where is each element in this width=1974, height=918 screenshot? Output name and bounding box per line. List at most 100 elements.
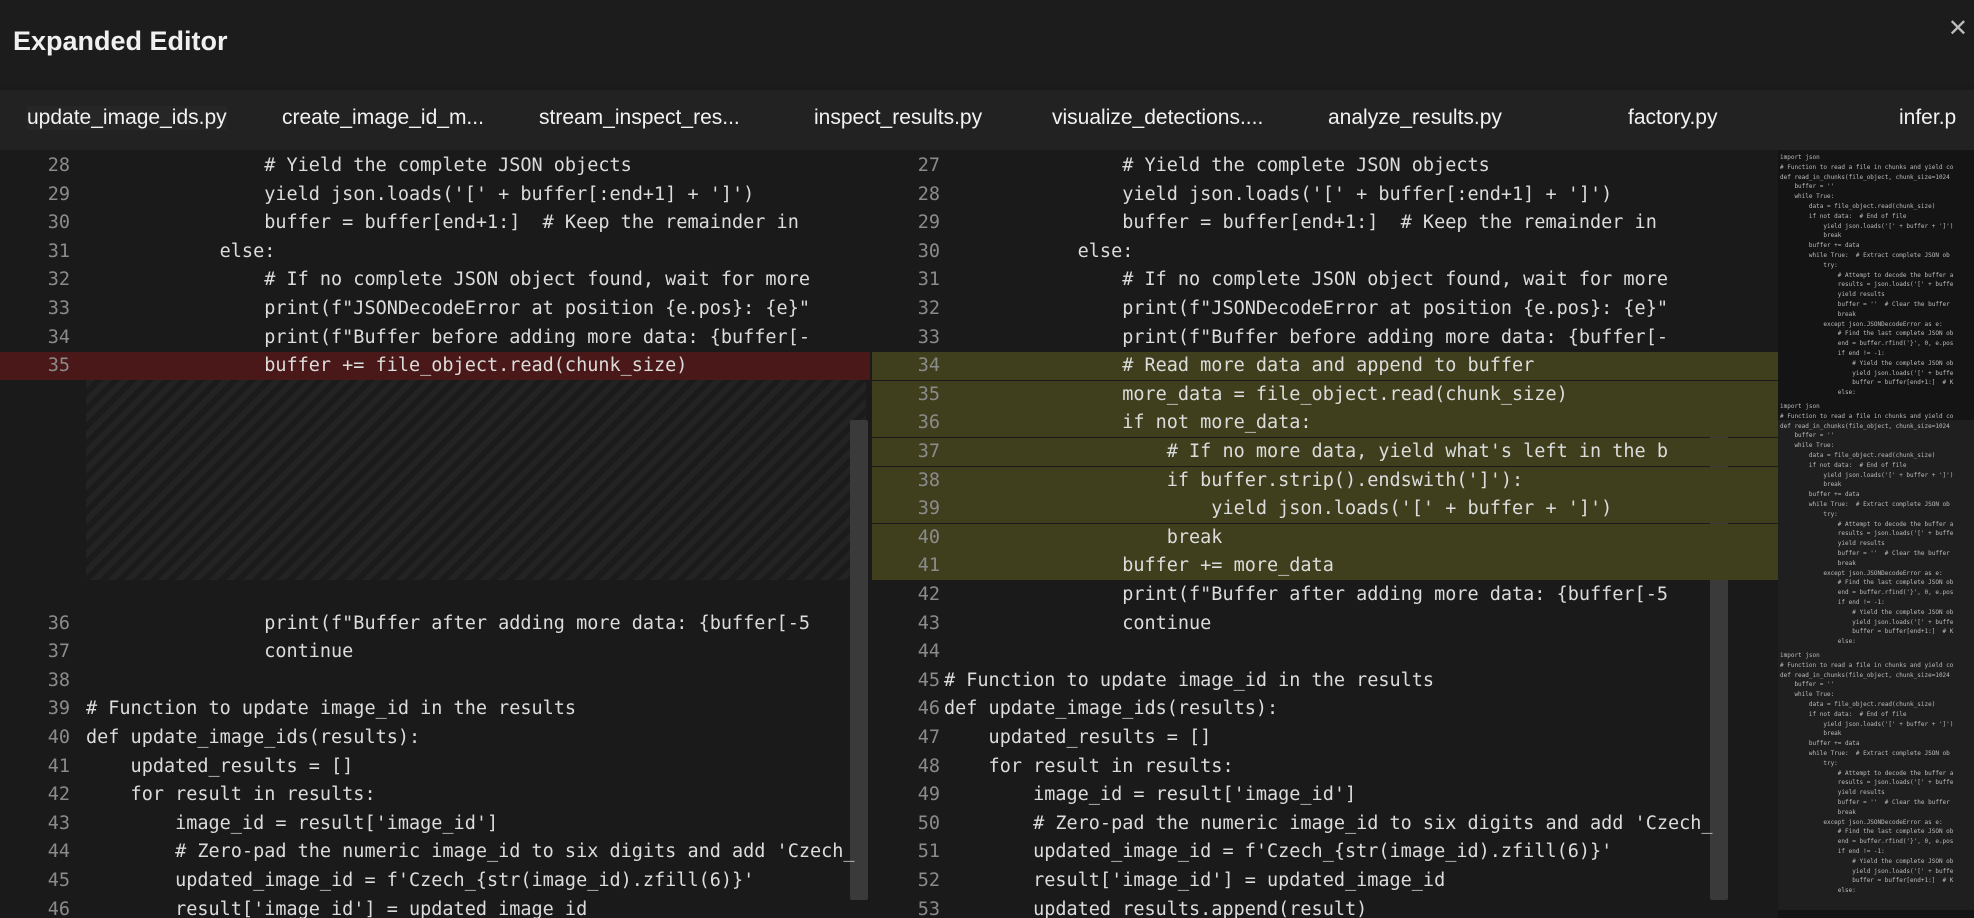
minimap-line: buffer = '' <box>1780 432 1835 440</box>
minimap-line: break <box>1780 730 1842 738</box>
code-text: updated_results.append(result) <box>944 899 1368 918</box>
code-line: 34 # Read more data and append to buffer <box>872 352 1778 380</box>
code-text: print(f"Buffer after adding more data: {… <box>944 584 1668 605</box>
line-number: 29 <box>917 212 940 233</box>
code-text: # Function to update image_id in the res… <box>944 670 1435 691</box>
code-line: 43 continue <box>872 610 1778 638</box>
close-icon[interactable]: ✕ <box>1948 14 1968 43</box>
minimap-line: end = buffer.rfind('}', 0, e.pos <box>1780 838 1954 846</box>
code-text: else: <box>944 241 1134 262</box>
code-text: print(f"Buffer before adding more data: … <box>944 327 1668 348</box>
minimap-line: results = json.loads('[' + buffe <box>1780 779 1954 787</box>
tab-factory[interactable]: factory.py <box>1628 106 1717 130</box>
minimap-line: buffer += data <box>1780 740 1860 748</box>
tab-infer[interactable]: infer.p <box>1899 106 1956 130</box>
line-number: 39 <box>47 698 70 719</box>
minimap-line: yield json.loads('[' + buffer + ']') <box>1780 471 1954 479</box>
editor-header: Expanded Editor ✕ <box>0 0 1974 84</box>
minimap-line: results = json.loads('[' + buffe <box>1780 281 1954 289</box>
minimap-line: yield json.loads('[' + buffe <box>1780 618 1954 626</box>
code-line: 32 print(f"JSONDecodeError at position {… <box>872 295 1778 323</box>
code-text: continue <box>86 641 354 662</box>
code-text: print(f"Buffer after adding more data: {… <box>86 613 810 634</box>
code-line: 29 yield json.loads('[' + buffer[:end+1]… <box>0 181 870 209</box>
minimap-line: def read_in_chunks(file_object, chunk_si… <box>1780 173 1950 181</box>
code-line: 51 updated_image_id = f'Czech_{str(image… <box>872 838 1778 866</box>
minimap-line: yield json.loads('[' + buffe <box>1780 867 1954 875</box>
diff-modified-pane[interactable]: 27 # Yield the complete JSON objects 28 y… <box>872 150 1778 918</box>
line-number: 44 <box>47 841 70 862</box>
code-line: 31 else: <box>0 238 870 266</box>
code-line: 42 print(f"Buffer after adding more data… <box>872 581 1778 609</box>
line-number: 44 <box>917 641 940 662</box>
code-text: break <box>944 527 1223 548</box>
code-line: 48 for result in results: <box>872 753 1778 781</box>
minimap-line: break <box>1780 559 1856 567</box>
code-text: buffer = buffer[end+1:] # Keep the remai… <box>944 212 1657 233</box>
minimap-line: break <box>1780 232 1842 240</box>
code-line: 33 print(f"Buffer before adding more dat… <box>872 324 1778 352</box>
minimap-line: import json <box>1780 652 1820 659</box>
diff-original-pane[interactable]: 28 # Yield the complete JSON objects 29 y… <box>0 150 870 918</box>
code-line: 28 yield json.loads('[' + buffer[:end+1]… <box>872 181 1778 209</box>
line-number: 28 <box>47 155 70 176</box>
code-text: yield json.loads('[' + buffer + ']') <box>944 498 1613 519</box>
tab-analyze-results[interactable]: analyze_results.py <box>1328 106 1502 130</box>
tab-create-image-id[interactable]: create_image_id_m... <box>282 106 484 130</box>
code-line: 44 # Zero-pad the numeric image_id to si… <box>0 838 870 866</box>
minimap-line: buffer = '' # Clear the buffer <box>1780 799 1950 806</box>
minimap-line: # Function to read a file in chunks and … <box>1780 412 1954 420</box>
tab-update-image-ids[interactable]: update_image_ids.py <box>27 106 227 130</box>
minimap-line: yield results <box>1780 291 1885 299</box>
code-text: buffer = buffer[end+1:] # Keep the remai… <box>86 212 799 233</box>
minimap-line: if not data: # End of file <box>1780 710 1907 718</box>
code-line: 38 <box>0 667 870 695</box>
tab-stream-inspect[interactable]: stream_inspect_res... <box>539 106 740 130</box>
code-text: for result in results: <box>944 756 1234 777</box>
minimap-line: buffer = '' <box>1780 681 1835 689</box>
minimap-line: while True: <box>1780 691 1835 699</box>
line-number: 38 <box>47 670 70 691</box>
code-text: image_id = result['image_id'] <box>86 813 499 834</box>
tab-visualize-detections[interactable]: visualize_detections.... <box>1052 106 1263 130</box>
minimap-line: if end != -1: <box>1780 599 1885 606</box>
code-text: else: <box>86 241 276 262</box>
line-number: 46 <box>917 698 940 719</box>
minimap-line: import json <box>1780 154 1820 161</box>
minimap-line: # Function to read a file in chunks and … <box>1780 661 1954 669</box>
tab-inspect-results[interactable]: inspect_results.py <box>814 106 982 130</box>
line-number: 42 <box>47 784 70 805</box>
minimap-line: try: <box>1780 261 1838 269</box>
diff-gap-placeholder <box>86 372 866 580</box>
minimap-line: # Yield the complete JSON ob <box>1780 359 1954 367</box>
code-line: 37 continue <box>0 638 870 666</box>
code-text: print(f"Buffer before adding more data: … <box>86 327 810 348</box>
code-text: def update_image_ids(results): <box>944 698 1279 719</box>
code-text: yield json.loads('[' + buffer[:end+1] + … <box>86 184 755 205</box>
code-text: updated_image_id = f'Czech_{str(image_id… <box>944 841 1613 862</box>
code-line: 39 # Function to update image_id in the r… <box>0 695 870 723</box>
code-line: 37 # If no more data, yield what's left … <box>872 438 1778 466</box>
line-number: 39 <box>917 498 940 519</box>
line-number: 38 <box>917 470 940 491</box>
minimap-line: except json.JSONDecodeError as e: <box>1780 818 1943 826</box>
code-text: print(f"JSONDecodeError at position {e.p… <box>944 298 1668 319</box>
minimap-line: if end != -1: <box>1780 848 1885 855</box>
code-text: # If no complete JSON object found, wait… <box>86 269 810 290</box>
minimap-line: yield results <box>1780 789 1885 797</box>
code-line: 36 print(f"Buffer after adding more data… <box>0 610 870 638</box>
line-number: 31 <box>47 241 70 262</box>
line-number: 30 <box>917 241 940 262</box>
line-number: 47 <box>917 727 940 748</box>
minimap-line: data = file_object.read(chunk_size) <box>1780 701 1936 708</box>
code-line: 45 # Function to update image_id in the r… <box>872 667 1778 695</box>
line-number: 52 <box>917 870 940 891</box>
code-text: updated_results = [] <box>944 727 1212 748</box>
code-line: 44 <box>872 638 1778 666</box>
minimap-line: break <box>1780 310 1856 318</box>
minimap[interactable]: import json # Function to read a file in … <box>1778 150 1974 918</box>
minimap-line: if not data: # End of file <box>1780 461 1907 469</box>
line-number: 29 <box>47 184 70 205</box>
code-text: buffer += more_data <box>944 555 1334 576</box>
code-line: 39 yield json.loads('[' + buffer + ']') <box>872 495 1778 523</box>
